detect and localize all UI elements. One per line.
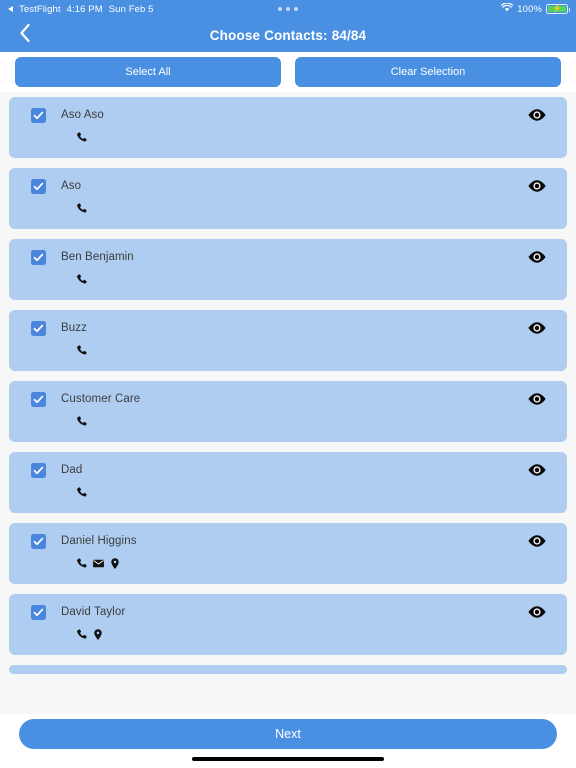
table-row[interactable]: Customer Care bbox=[9, 381, 567, 442]
contact-detail-icons bbox=[75, 484, 567, 500]
contact-checkbox[interactable] bbox=[31, 178, 46, 194]
table-row[interactable]: Aso Aso bbox=[9, 97, 567, 158]
status-bar-date: Sun Feb 5 bbox=[108, 3, 154, 15]
contact-checkbox[interactable] bbox=[31, 533, 46, 549]
eye-icon[interactable] bbox=[527, 390, 547, 408]
table-row[interactable] bbox=[9, 665, 567, 674]
contact-name: David Taylor bbox=[61, 606, 126, 618]
clear-selection-button[interactable]: Clear Selection bbox=[295, 57, 561, 87]
contact-checkbox[interactable] bbox=[31, 249, 46, 265]
contact-list[interactable]: Aso Aso Aso Ben Benjamin Buzz Customer Care D… bbox=[0, 92, 576, 714]
wifi-icon bbox=[501, 2, 514, 15]
contact-checkbox[interactable] bbox=[31, 107, 46, 123]
contact-detail-icons bbox=[75, 413, 567, 429]
contact-detail-icons bbox=[75, 626, 567, 642]
phone-icon bbox=[75, 344, 88, 357]
status-bar-right: 100% ⚡ bbox=[501, 2, 570, 15]
phone-icon bbox=[75, 415, 88, 428]
status-bar-time: 4:16 PM bbox=[66, 3, 103, 15]
contact-row-header: Buzz bbox=[9, 319, 567, 337]
contact-name: Customer Care bbox=[61, 393, 141, 405]
contact-row-header: Daniel Higgins bbox=[9, 532, 567, 550]
mail-icon bbox=[92, 557, 105, 570]
eye-icon[interactable] bbox=[527, 532, 547, 550]
phone-icon bbox=[75, 131, 88, 144]
next-button[interactable]: Next bbox=[19, 719, 557, 749]
selection-count: 84/84 bbox=[331, 27, 367, 43]
eye-icon[interactable] bbox=[527, 603, 547, 621]
table-row[interactable]: Daniel Higgins bbox=[9, 523, 567, 584]
contact-detail-icons bbox=[75, 342, 567, 358]
status-bar: TestFlight 4:16 PM Sun Feb 5 100% ⚡ bbox=[0, 0, 576, 18]
status-bar-back-app[interactable]: TestFlight bbox=[19, 4, 61, 15]
table-row[interactable]: Buzz bbox=[9, 310, 567, 371]
eye-icon[interactable] bbox=[527, 106, 547, 124]
battery-percent-label: 100% bbox=[517, 3, 542, 15]
table-row[interactable]: Aso bbox=[9, 168, 567, 229]
app-screen: TestFlight 4:16 PM Sun Feb 5 100% ⚡ Choo… bbox=[0, 0, 576, 768]
contact-row-header: Customer Care bbox=[9, 390, 567, 408]
contact-row-header: Aso Aso bbox=[9, 106, 567, 124]
contact-name: Daniel Higgins bbox=[61, 535, 137, 547]
contact-name: Dad bbox=[61, 464, 83, 476]
contact-checkbox[interactable] bbox=[31, 462, 46, 478]
home-indicator[interactable] bbox=[192, 757, 384, 761]
table-row[interactable]: Dad bbox=[9, 452, 567, 513]
contact-name: Buzz bbox=[61, 322, 87, 334]
contact-row-header: Dad bbox=[9, 461, 567, 479]
phone-icon bbox=[75, 202, 88, 215]
status-bar-left: TestFlight 4:16 PM Sun Feb 5 bbox=[8, 4, 154, 15]
footer-bar: Next bbox=[0, 714, 576, 768]
page-title: Choose Contacts: 84/84 bbox=[0, 28, 576, 43]
contact-row-header: David Taylor bbox=[9, 603, 567, 621]
battery-charging-icon: ⚡ bbox=[546, 4, 570, 14]
eye-icon[interactable] bbox=[527, 177, 547, 195]
page-title-text: Choose Contacts: bbox=[209, 27, 328, 43]
back-button[interactable] bbox=[8, 18, 42, 52]
contact-detail-icons bbox=[75, 555, 567, 571]
phone-icon bbox=[75, 557, 88, 570]
contact-name: Aso bbox=[61, 180, 82, 192]
location-icon bbox=[109, 557, 121, 570]
phone-icon bbox=[75, 273, 88, 286]
chevron-left-icon bbox=[19, 23, 31, 48]
contact-detail-icons bbox=[75, 200, 567, 216]
bolt-icon: ⚡ bbox=[551, 4, 563, 13]
contact-detail-icons bbox=[75, 271, 567, 287]
table-row[interactable]: David Taylor bbox=[9, 594, 567, 655]
contact-name: Aso Aso bbox=[61, 109, 104, 121]
eye-icon[interactable] bbox=[527, 248, 547, 266]
contact-detail-icons bbox=[75, 129, 567, 145]
contact-checkbox[interactable] bbox=[31, 604, 46, 620]
back-to-app-triangle-icon[interactable] bbox=[8, 6, 13, 12]
location-icon bbox=[92, 628, 104, 641]
dot-icon bbox=[294, 7, 298, 11]
contact-row-header: Ben Benjamin bbox=[9, 248, 567, 266]
eye-icon[interactable] bbox=[527, 319, 547, 337]
contact-name: Ben Benjamin bbox=[61, 251, 134, 263]
select-all-button[interactable]: Select All bbox=[15, 57, 281, 87]
contact-checkbox[interactable] bbox=[31, 391, 46, 407]
contact-checkbox[interactable] bbox=[31, 320, 46, 336]
dot-icon bbox=[278, 7, 282, 11]
dot-icon bbox=[286, 7, 290, 11]
phone-icon bbox=[75, 628, 88, 641]
phone-icon bbox=[75, 486, 88, 499]
nav-bar: Choose Contacts: 84/84 bbox=[0, 18, 576, 52]
action-bar: Select All Clear Selection bbox=[0, 52, 576, 92]
table-row[interactable]: Ben Benjamin bbox=[9, 239, 567, 300]
contact-row-header: Aso bbox=[9, 177, 567, 195]
eye-icon[interactable] bbox=[527, 461, 547, 479]
